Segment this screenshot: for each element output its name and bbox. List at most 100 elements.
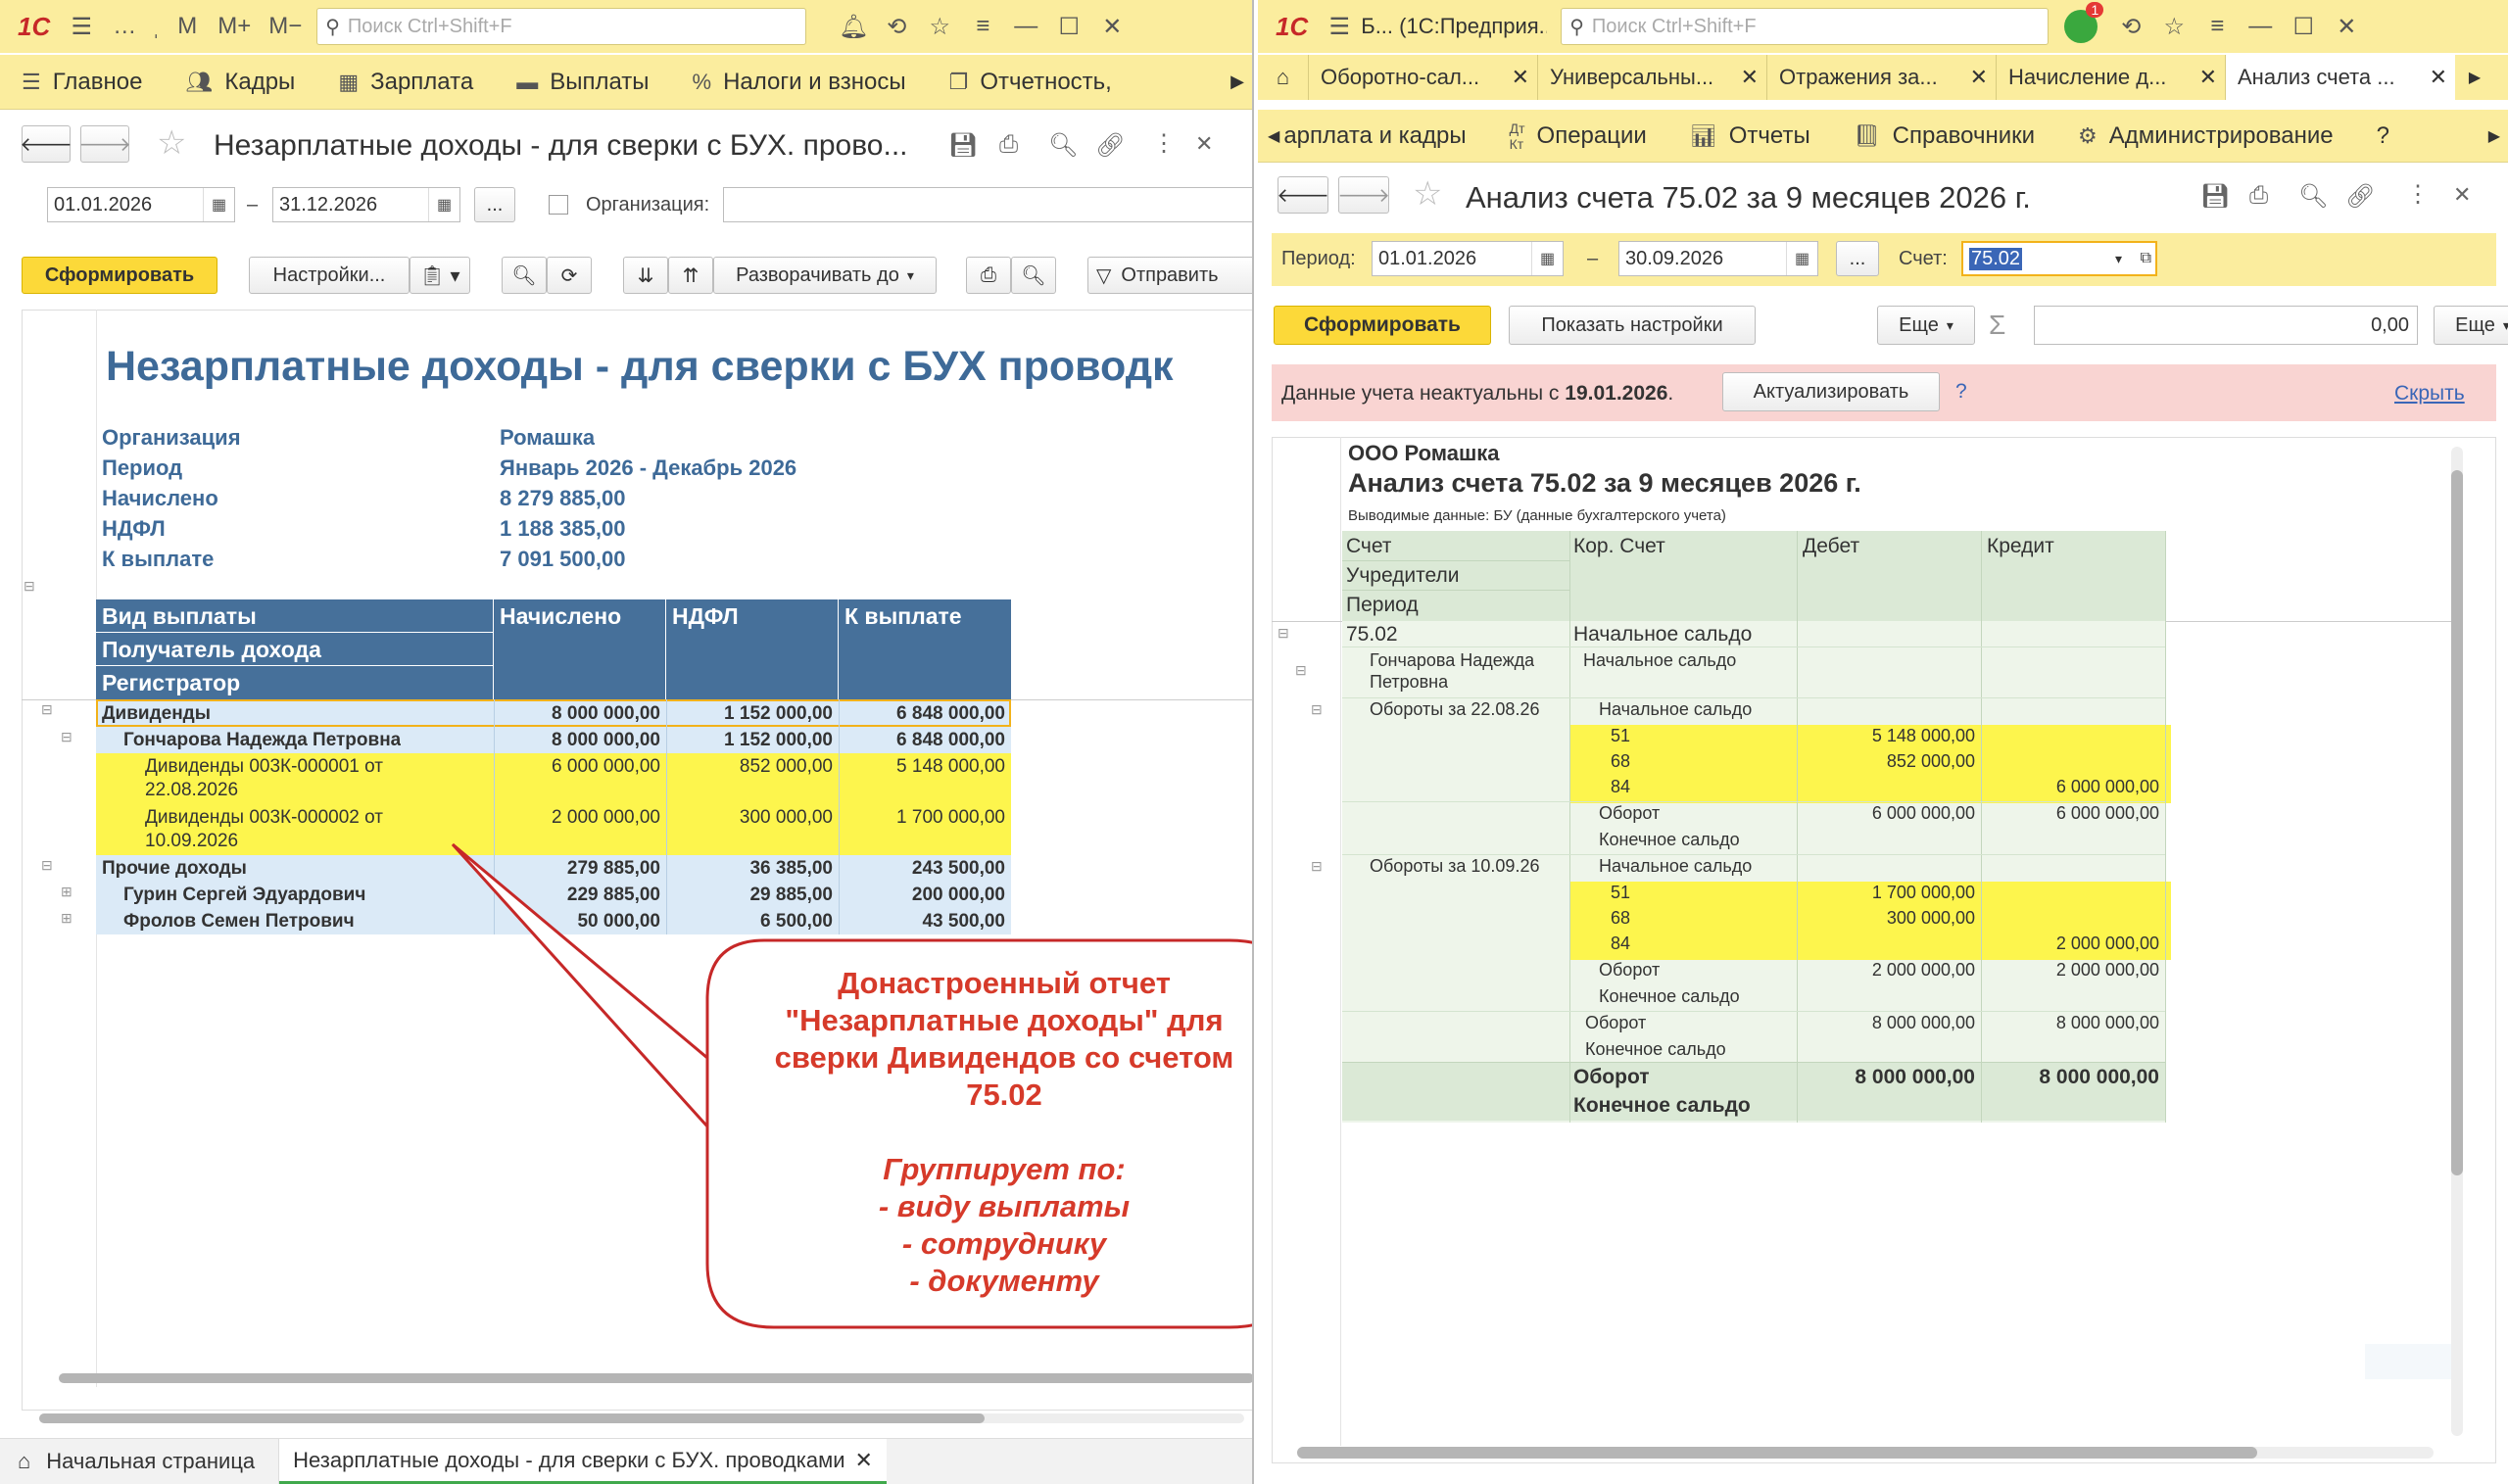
help-link[interactable]: ? [1955,380,1967,404]
vertical-scrollbar[interactable] [2451,447,2463,1436]
tab-home[interactable]: ⌂ Начальная страница [0,1439,280,1484]
row-kor: 68 [1611,908,1631,928]
calendar-icon[interactable]: ▦ [1786,242,1817,275]
tab-osv[interactable]: Оборотно-сал... ✕ [1309,55,1538,100]
actualize-button[interactable]: Актуализировать [1722,372,1940,411]
calendar-icon[interactable]: ▦ [1531,242,1563,275]
menu-admin[interactable]: ⚙ Администрирование [2056,122,2355,150]
tab-home[interactable]: ⌂ [1258,55,1309,100]
bar-chart-icon: 📊︎ [1689,122,1717,148]
global-search-input[interactable]: ⚲ Поиск Ctrl+Shift+F [1561,8,2050,45]
row-divider [1342,801,2165,802]
tab-account-analysis[interactable]: Анализ счета ... ✕ [2226,55,2455,100]
generate-button[interactable]: Сформировать [1274,306,1491,345]
header-hline [1342,560,1569,561]
row-debit: 300 000,00 [1886,908,1975,928]
close-icon[interactable]: ✕ [2325,13,2368,41]
close-tab-icon[interactable]: ✕ [1970,65,1988,90]
favorite-star-icon[interactable]: ☆ [1413,174,1442,214]
warning-text: Данные учета неактуальны с 19.01.2026. [1281,382,1673,406]
row-account: Гончарова Надежда [1370,650,1535,670]
row-credit: 6 000 000,00 [2055,803,2159,823]
tab-label: Отражения за... [1779,65,1938,89]
menu-salary-hr[interactable]: арплата и кадры [1279,122,1487,150]
row-debit: 852 000,00 [1886,751,1975,771]
tab-label: Оборотно-сал... [1321,65,1480,89]
menu-reports[interactable]: 📊︎ Отчеты [1668,122,1832,150]
notification-icon[interactable]: 1 [2064,2,2104,43]
row-debit: 8 000 000,00 [1871,1013,1975,1032]
chevron-right-icon: ▶ [2468,70,2482,86]
right-window: 1С ☰ Б... (1С:Предприя... ⚲ Поиск Ctrl+S… [1258,0,2508,1484]
scroll-thumb[interactable] [1297,1447,2257,1459]
menu-scroll-left-icon[interactable]: ◀ [1268,126,1279,146]
account-value: 75.02 [1969,247,2023,270]
history-icon[interactable]: ⟲ [2109,13,2152,41]
more-vertical-icon[interactable]: ⋮ [2406,180,2430,209]
hide-link[interactable]: Скрыть [2394,382,2465,406]
horizontal-scrollbar[interactable] [59,1373,1252,1383]
row-kor: 51 [1611,726,1631,745]
menu-operations[interactable]: Дт Кт Операции [1488,120,1668,152]
scroll-thumb[interactable] [2451,470,2463,1175]
group-collapse-icon[interactable]: ⊟ [1295,662,1307,679]
row-credit: 6 000 000,00 [2055,777,2159,796]
tabs-scroll-right[interactable]: ▶ [2455,55,2494,100]
open-windows-tabs: ⌂ Оборотно-сал... ✕ Универсальны... ✕ Отра… [1258,55,2508,100]
save-icon[interactable]: 💾︎ [2200,182,2230,211]
account-field[interactable]: 75.02 ▾ ⧉ [1961,241,2157,276]
sigma-icon[interactable]: Σ [1989,310,2005,341]
col-divider [1569,531,1570,1123]
link-icon[interactable]: 🔗︎ [2345,182,2375,211]
close-tab-icon[interactable]: ✕ [2199,65,2217,90]
row-divider [1342,854,2165,855]
tab-label: Универсальны... [1550,65,1714,89]
menu-catalogs[interactable]: 📕︎ Справочники [1832,122,2056,150]
menu-icon[interactable]: ☰ [1318,13,1361,41]
callout-line: Донастроенный отчет [838,966,1171,1000]
scroll-thumb[interactable] [39,1413,985,1423]
tab-accrual[interactable]: Начисление д... ✕ [1997,55,2226,100]
group-collapse-icon[interactable]: ⊟ [1278,625,1289,642]
menu-scroll-right-icon[interactable]: ▶ [2488,126,2500,146]
close-tab-icon[interactable]: ✕ [1512,65,1529,90]
close-form-icon[interactable]: ✕ [2453,182,2471,208]
tab-reflection[interactable]: Отражения за... ✕ [1767,55,1997,100]
callout-line: - виду выплаты [878,1189,1131,1223]
close-tab-icon[interactable]: ✕ [2430,65,2447,90]
maximize-icon[interactable]: ☐ [2282,13,2325,41]
minimize-icon[interactable]: — [2239,13,2282,40]
tab-universal[interactable]: Универсальны... ✕ [1538,55,1767,100]
menu-help[interactable]: ? [2355,122,2411,150]
open-icon[interactable]: ⧉ [2141,250,2151,267]
star-icon[interactable]: ☆ [2152,13,2195,41]
callout-line: 75.02 [966,1077,1042,1112]
settings-list-icon[interactable]: ≡ [2195,13,2239,40]
period-from-field[interactable]: 01.01.2026 ▦ [1372,241,1564,276]
chevron-down-icon[interactable]: ▾ [2115,251,2122,267]
more-button[interactable]: Еще ▾ [1877,306,1975,345]
show-settings-button[interactable]: Показать настройки [1509,306,1756,345]
search-placeholder: Поиск Ctrl+Shift+F [1591,15,1757,37]
warning-dot: . [1667,382,1674,405]
close-tab-icon[interactable]: ✕ [855,1448,873,1473]
back-button[interactable]: 🡐 [1277,176,1329,214]
forward-button[interactable]: 🡒 [1337,176,1390,214]
preview-icon[interactable]: 🔍︎ [2298,182,2328,211]
form-horizontal-scrollbar[interactable] [39,1413,1244,1423]
horizontal-scrollbar[interactable] [1297,1447,2434,1459]
row-debit: 8 000 000,00 [1855,1066,1975,1088]
group-collapse-icon[interactable]: ⊟ [1311,701,1323,718]
tab-label: Незарплатные доходы - для сверки с БУХ. … [293,1447,845,1472]
period-select-button[interactable]: ... [1836,241,1879,276]
menu-label: Отчеты [1728,121,1810,149]
print-icon[interactable]: ⎙ [2249,182,2268,210]
group-collapse-icon[interactable]: ⊟ [1311,858,1323,875]
more-button-2[interactable]: Еще ▾ [2434,306,2508,345]
tab-report[interactable]: Незарплатные доходы - для сверки с БУХ. … [279,1439,887,1484]
close-tab-icon[interactable]: ✕ [1741,65,1759,90]
period-to-field[interactable]: 30.09.2026 ▦ [1618,241,1818,276]
scroll-thumb[interactable] [59,1373,1252,1383]
1c-logo-icon[interactable]: 1С [1258,12,1318,42]
row-kor: Конечное сальдо [1573,1094,1751,1117]
